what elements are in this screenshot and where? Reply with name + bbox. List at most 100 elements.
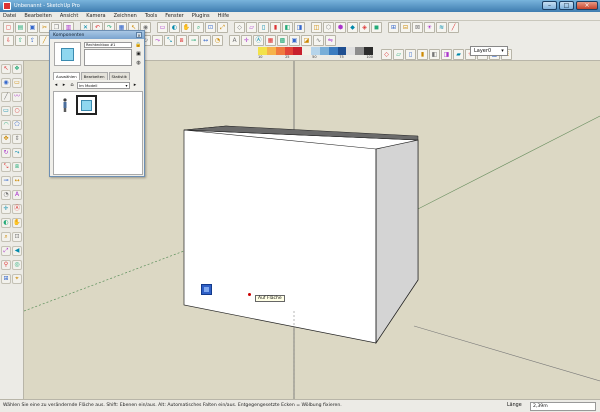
eraser-icon[interactable]: ▭	[12, 78, 22, 88]
style-color-swatch[interactable]	[275, 47, 285, 55]
app-icon[interactable]	[3, 2, 11, 10]
protractor-icon[interactable]: ◔	[1, 190, 11, 200]
tab-edit[interactable]: Bearbeiten	[80, 72, 108, 80]
select-icon[interactable]: ↖	[1, 64, 11, 74]
circle-icon[interactable]: ○	[12, 106, 22, 116]
eraser-icon[interactable]: ▭	[157, 22, 168, 33]
zoomextents-icon[interactable]: ⤢	[1, 246, 11, 256]
hidden-line-icon[interactable]: ⬢	[335, 22, 346, 33]
new-icon[interactable]: ▢	[3, 22, 14, 33]
tape-icon[interactable]: ⊸	[188, 35, 199, 46]
dimension-icon[interactable]: ↔	[200, 35, 211, 46]
menu-help[interactable]: Hilfe	[218, 13, 229, 19]
left-icon[interactable]: ◨	[294, 22, 305, 33]
style-color-swatch[interactable]	[302, 47, 312, 55]
rectangle-icon[interactable]: ▭	[1, 106, 11, 116]
smoove-icon[interactable]: ∿	[313, 35, 324, 46]
menu-camera[interactable]: Kamera	[86, 13, 105, 19]
component-name-field[interactable]: Rechteckbox #1	[84, 42, 132, 48]
edge-icon[interactable]: ╱	[448, 22, 459, 33]
right-icon[interactable]: ▮	[270, 22, 281, 33]
menu-edit[interactable]: Bearbeiten	[24, 13, 51, 19]
box-component-item[interactable]	[76, 95, 97, 115]
globe-icon[interactable]: ◍	[135, 60, 142, 67]
style-color-swatch[interactable]	[258, 47, 267, 55]
paint-icon[interactable]: ◉	[1, 78, 11, 88]
tape-icon[interactable]: ⊸	[1, 176, 11, 186]
section-cut-icon[interactable]: ⊠	[412, 22, 423, 33]
home-icon[interactable]: ⌂	[69, 82, 75, 88]
axes-icon[interactable]: ✛	[241, 35, 252, 46]
fog-icon[interactable]: ≋	[436, 22, 447, 33]
zoomwindow-icon[interactable]: ⊡	[12, 232, 22, 242]
section-icon[interactable]: ⊞	[1, 274, 11, 284]
menu-view[interactable]: Ansicht	[60, 13, 78, 19]
sandbox-icon[interactable]: ▦	[265, 35, 276, 46]
scale-icon[interactable]: ⤡	[164, 35, 175, 46]
offset-icon[interactable]: ⧈	[12, 162, 22, 172]
right-view-icon[interactable]: ▮	[417, 49, 428, 60]
pushpull-icon[interactable]: ⇕	[12, 134, 22, 144]
section-plane-icon[interactable]: ⊞	[388, 22, 399, 33]
collection-select[interactable]: Im Modell ▾	[77, 81, 130, 89]
style-color-swatch[interactable]	[364, 47, 373, 55]
style-color-swatch[interactable]	[311, 47, 320, 55]
pan-icon[interactable]: ✋	[181, 22, 192, 33]
measurement-box[interactable]: 2,39m	[530, 402, 596, 411]
move-icon[interactable]: ✥	[1, 134, 11, 144]
drape-icon[interactable]: ◪	[301, 35, 312, 46]
open-icon[interactable]: ▤	[15, 22, 26, 33]
minimize-button[interactable]: –	[542, 1, 557, 10]
lookaround-icon[interactable]: ◎	[12, 260, 22, 270]
person-component-icon[interactable]	[62, 98, 68, 112]
style-color-swatch[interactable]	[337, 47, 347, 55]
zoom-icon[interactable]: ⌕	[193, 22, 204, 33]
component-marker-icon[interactable]	[201, 284, 212, 295]
rotate-icon[interactable]: ↻	[1, 148, 11, 158]
axes-icon[interactable]: ✛	[1, 204, 11, 214]
menu-window[interactable]: Fenster	[165, 13, 184, 19]
position-camera-icon[interactable]: ⌖	[12, 274, 22, 284]
style-color-swatch[interactable]	[266, 47, 276, 55]
style-color-swatch[interactable]	[346, 47, 356, 55]
menu-file[interactable]: Datei	[3, 13, 16, 19]
style-color-strip[interactable]	[258, 47, 373, 55]
shadow-icon[interactable]: ☀	[424, 22, 435, 33]
details-icon[interactable]: ▣	[135, 51, 142, 58]
iso-view-icon[interactable]: ◇	[381, 49, 392, 60]
bottom-view-icon[interactable]: ▰	[453, 49, 464, 60]
menu-plugins[interactable]: Plugins	[192, 13, 210, 19]
menu-draw[interactable]: Zeichnen	[114, 13, 137, 19]
orbit-icon[interactable]: ◐	[169, 22, 180, 33]
zoom-extents-icon[interactable]: ⤢	[217, 22, 228, 33]
xray-icon[interactable]: ◫	[311, 22, 322, 33]
shaded-texture-icon[interactable]: ◈	[359, 22, 370, 33]
tab-statistics[interactable]: Statistik	[108, 72, 130, 80]
line-icon[interactable]: ╱	[1, 92, 11, 102]
lock-icon[interactable]: 🔒	[135, 42, 142, 49]
wireframe-icon[interactable]: ⬡	[323, 22, 334, 33]
orbit-icon[interactable]: ◐	[1, 218, 11, 228]
3dtext-icon[interactable]: Ⓐ	[253, 35, 264, 46]
style-color-swatch[interactable]	[293, 47, 303, 55]
style-color-swatch[interactable]	[328, 47, 338, 55]
layer-select[interactable]: Layer0 ▾	[470, 46, 508, 56]
back-icon[interactable]: ◂	[53, 82, 59, 88]
front-icon[interactable]: ▯	[258, 22, 269, 33]
text-icon[interactable]: A	[12, 190, 22, 200]
left-view-icon[interactable]: ◨	[441, 49, 452, 60]
component-icon[interactable]: ❖	[12, 64, 22, 74]
iso-icon[interactable]: ◇	[234, 22, 245, 33]
shaded-icon[interactable]: ◆	[347, 22, 358, 33]
style-color-swatch[interactable]	[319, 47, 329, 55]
section-display-icon[interactable]: ⊟	[400, 22, 411, 33]
front-view-icon[interactable]: ▯	[405, 49, 416, 60]
component-description-field[interactable]	[84, 49, 132, 66]
stamp-icon[interactable]: ▣	[289, 35, 300, 46]
3dtext-icon[interactable]: Ⓐ	[12, 204, 22, 214]
zoom-window-icon[interactable]: ⊡	[205, 22, 216, 33]
back-view-icon[interactable]: ◧	[429, 49, 440, 60]
sandbox-scratch-icon[interactable]: ▩	[277, 35, 288, 46]
get-models-icon[interactable]: ⇩	[3, 35, 14, 46]
polygon-icon[interactable]: ⬠	[12, 120, 22, 130]
